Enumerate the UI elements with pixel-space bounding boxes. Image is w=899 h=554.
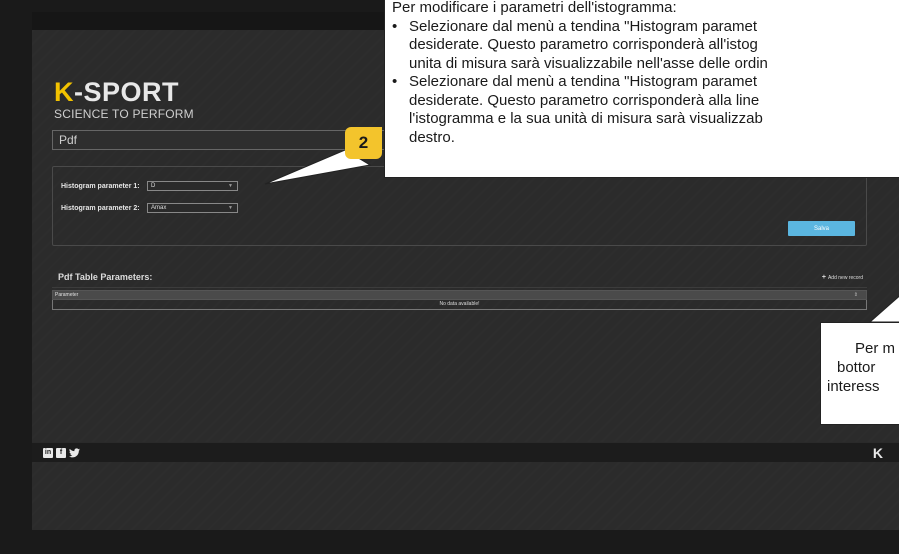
- param1-value: D: [151, 183, 156, 189]
- logo-wordmark: K-SPORT: [54, 79, 194, 106]
- save-button[interactable]: Salva: [788, 221, 855, 236]
- add-record-label: Add new record: [827, 275, 863, 281]
- histogram-settings-panel: Histogram parameter 1: D ▼ Histogram par…: [52, 166, 867, 246]
- empty-table-row: No data available!: [52, 300, 867, 310]
- param2-value: Amax: [151, 205, 167, 211]
- facebook-icon[interactable]: f: [56, 448, 66, 458]
- logo-name: -SPORT: [74, 77, 180, 107]
- linkedin-icon[interactable]: in: [43, 448, 53, 458]
- plus-icon: +: [821, 274, 826, 281]
- step-number-badge: 2: [345, 127, 382, 159]
- chevron-down-icon: ▼: [228, 183, 233, 189]
- table-header-bar: Pdf Table Parameters: + Add new record: [52, 266, 867, 288]
- param2-label: Histogram parameter 2:: [61, 204, 140, 212]
- chevron-down-icon: ▼: [228, 205, 233, 211]
- callout-bullet-2: • Selezionare dal menù a tendina "Histog…: [392, 73, 763, 146]
- param1-label: Histogram parameter 1:: [61, 182, 140, 190]
- callout-intro: Per modificare i parametri dell'istogram…: [392, 0, 677, 16]
- sort-icon[interactable]: ⇕: [854, 292, 858, 298]
- footer-logo[interactable]: K: [873, 445, 883, 461]
- add-record-button[interactable]: + Add new record: [822, 274, 863, 281]
- pdf-table-section: Pdf Table Parameters: + Add new record Pa…: [52, 266, 867, 310]
- param2-select[interactable]: Amax ▼: [147, 203, 238, 213]
- social-links: in f: [43, 448, 80, 458]
- param2-row: Histogram parameter 2: Amax ▼: [61, 203, 238, 213]
- param1-row: Histogram parameter 1: D ▼: [61, 181, 238, 191]
- table-title: Pdf Table Parameters:: [58, 272, 153, 282]
- param1-select[interactable]: D ▼: [147, 181, 238, 191]
- logo-k-mark: K: [54, 77, 74, 107]
- page-title: Pdf: [59, 133, 78, 147]
- logo-tagline: SCIENCE TO PERFORM: [54, 107, 194, 121]
- callout-bullet-1: • Selezionare dal menù a tendina "Histog…: [392, 17, 768, 72]
- twitter-icon[interactable]: [69, 448, 80, 458]
- brand-logo[interactable]: K-SPORT SCIENCE TO PERFORM: [54, 79, 194, 122]
- instruction-callout: Per modificare i parametri dell'istogram…: [384, 0, 899, 178]
- column-header-parameter: Parameter: [55, 292, 79, 298]
- side-instruction-callout: Per m bottor interess: [820, 322, 899, 425]
- table-column-header[interactable]: Parameter ⇕: [52, 290, 867, 300]
- footer-bar: in f K: [32, 442, 899, 462]
